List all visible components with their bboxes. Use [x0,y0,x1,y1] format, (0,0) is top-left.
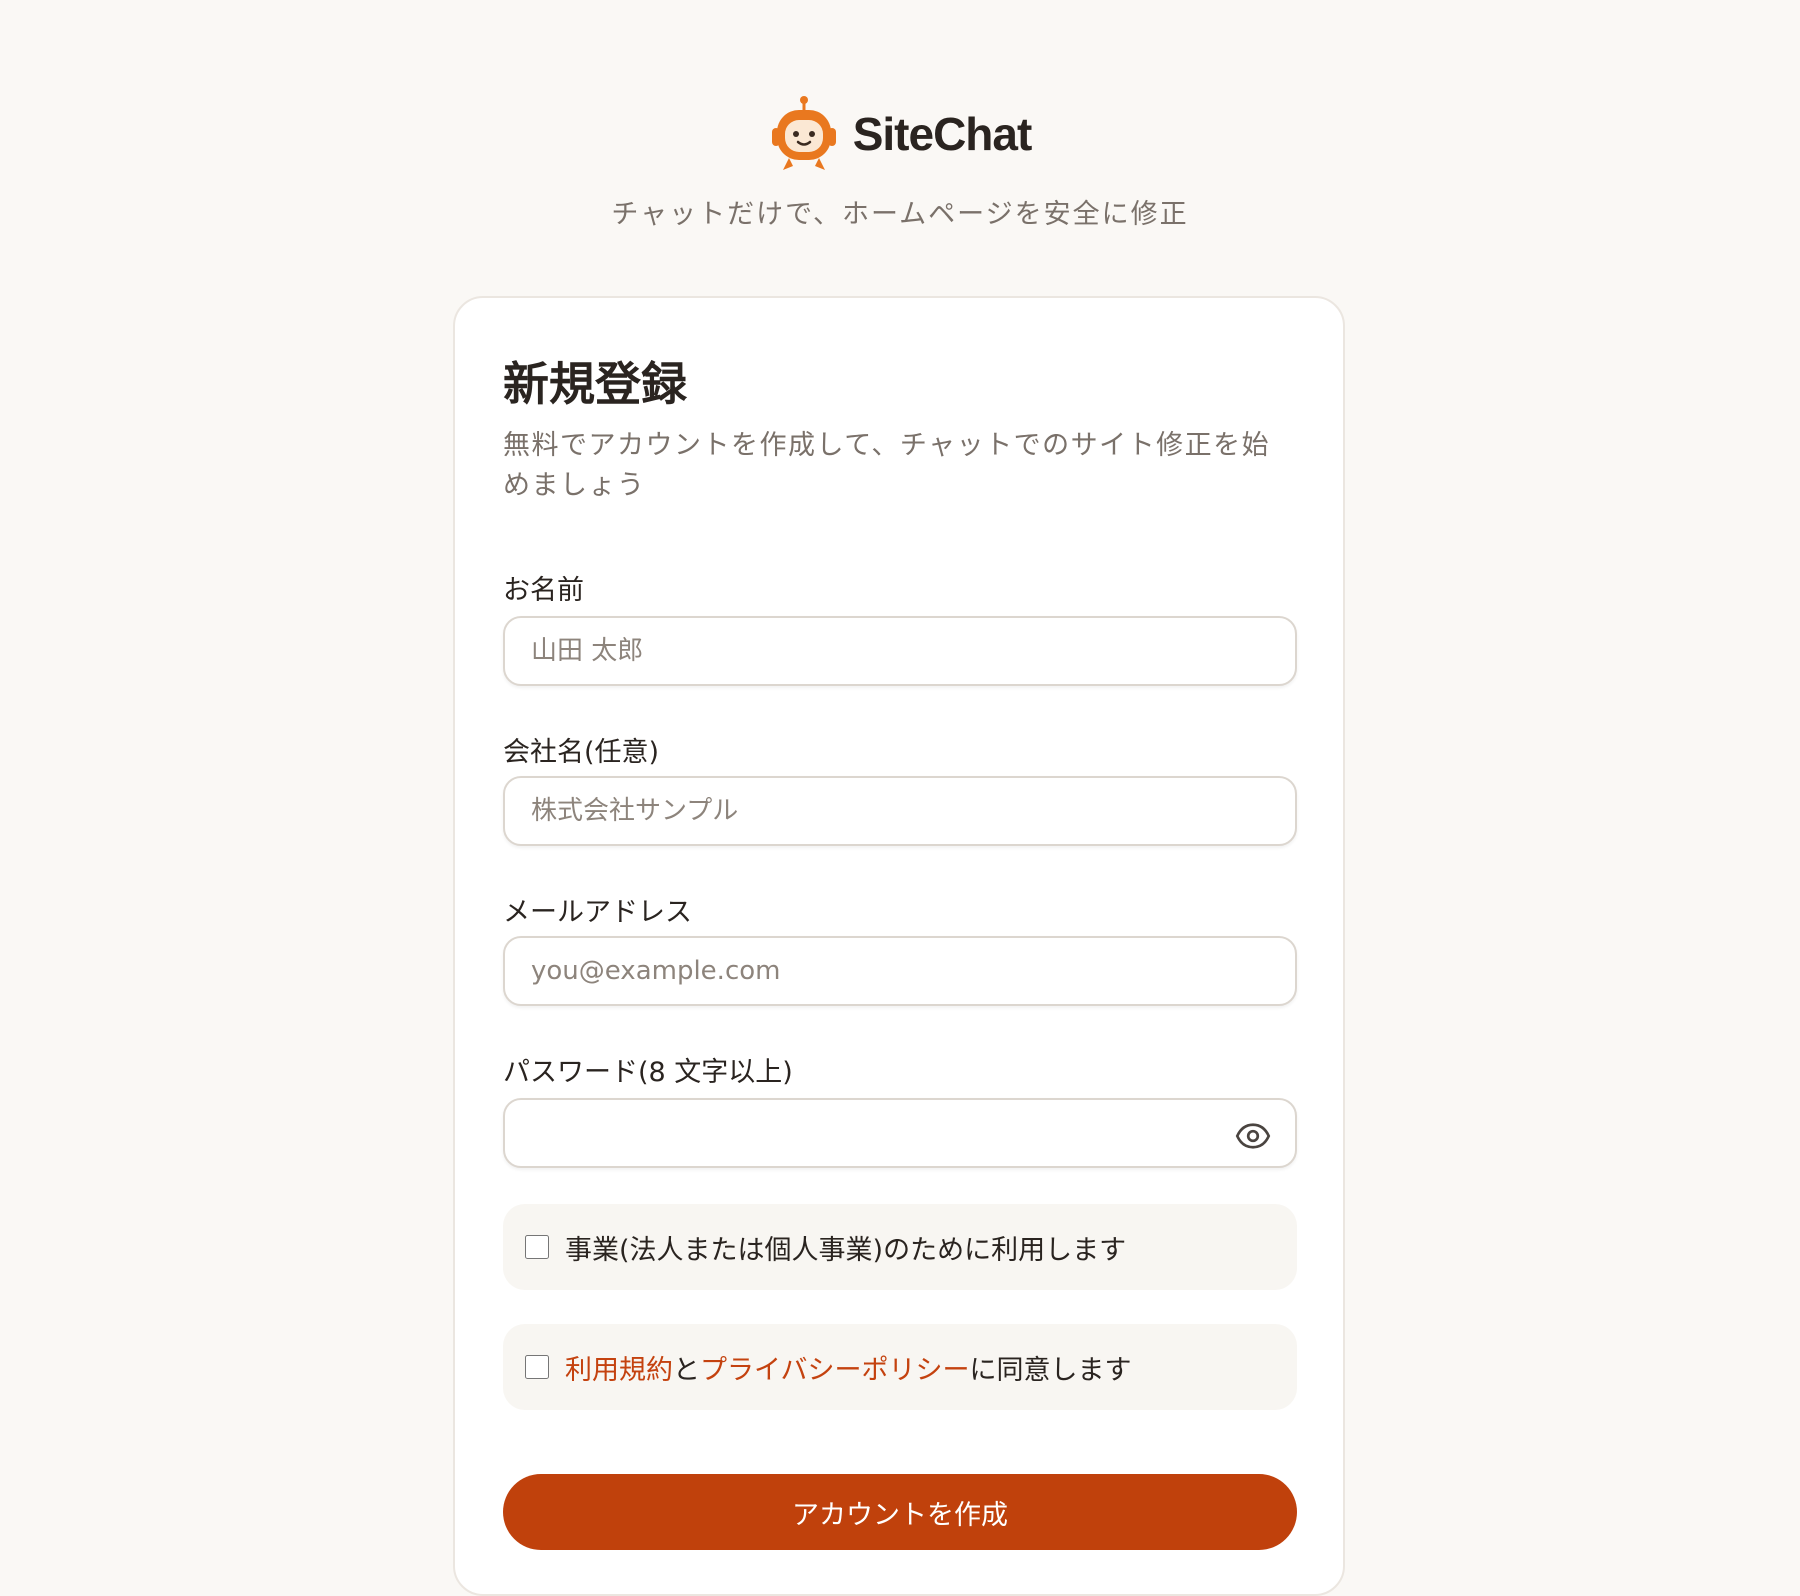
eye-icon[interactable] [1235,1118,1271,1154]
terms-option[interactable]: 利用規約とプライバシーポリシーに同意します [503,1324,1297,1410]
company-label: 会社名(任意) [503,737,660,768]
page-title: 新規登録 [503,357,687,411]
privacy-link[interactable]: プライバシーポリシー [700,1355,969,1386]
business-use-option[interactable]: 事業(法人または個人事業)のために利用します [503,1204,1297,1290]
terms-checkbox[interactable] [525,1355,549,1379]
password-label: パスワード(8 文字以上) [503,1057,793,1088]
terms-suffix: に同意します [969,1354,1132,1386]
name-label: お名前 [503,575,584,606]
business-use-label: 事業(法人または個人事業)のために利用します [565,1234,1127,1266]
brand-name: SiteChat [852,108,1033,160]
terms-link[interactable]: 利用規約 [565,1355,673,1386]
brand: SiteChat [0,96,1800,172]
email-field[interactable] [503,936,1297,1006]
tagline: チャットだけで、ホームページを安全に修正 [611,199,1189,230]
robot-icon [771,96,836,170]
name-field[interactable] [503,616,1297,686]
signup-card: 新規登録 無料でアカウントを作成して、チャットでのサイト修正を始めましょう お名… [453,296,1345,1596]
terms-connector: と [673,1354,700,1386]
business-use-checkbox[interactable] [525,1235,549,1259]
terms-text: 利用規約とプライバシーポリシーに同意します [565,1348,1131,1387]
company-field[interactable] [503,776,1297,846]
create-account-button[interactable]: アカウントを作成 [503,1474,1297,1550]
form-description: 無料でアカウントを作成して、チャットでのサイト修正を始めましょう [503,430,1271,501]
email-label: メールアドレス [503,897,692,928]
password-field[interactable] [503,1098,1297,1168]
